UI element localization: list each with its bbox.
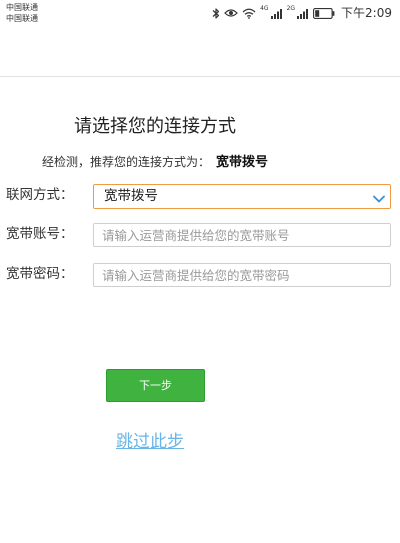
account-input[interactable] [94,224,390,246]
carrier-name-2: 中国联通 [6,14,38,23]
password-field [93,263,391,287]
page-title: 请选择您的连接方式 [74,116,236,137]
password-label: 宽带密码： [6,266,74,282]
battery-icon [313,7,335,19]
network-type-2: 2G [286,5,296,12]
recommendation-prefix: 经检测，推荐您的连接方式为： [42,155,211,169]
signal-icon [270,8,283,19]
connection-method-label: 联网方式： [6,187,74,203]
status-time: 下午2:09 [341,6,392,20]
connection-method-value: 宽带拨号 [104,188,158,204]
header-divider [0,76,400,77]
next-button[interactable]: 下一步 [106,369,205,402]
wifi-icon [242,8,256,19]
connection-method-select[interactable]: 宽带拨号 [93,184,391,209]
recommended-method: 宽带拨号 [216,155,269,170]
eye-icon [224,8,238,18]
carrier-info: 中国联通 中国联通 [6,2,38,24]
network-type-1: 4G [260,5,269,12]
skip-link[interactable]: 跳过此步 [116,431,184,453]
status-icons: 4G 2G 下午2:09 [212,4,392,22]
carrier-name-1: 中国联通 [6,3,38,12]
bluetooth-icon [212,7,220,20]
chevron-down-icon [372,190,386,203]
status-bar: 中国联通 中国联通 4G 2G 下午2:09 [0,0,400,28]
account-label: 宽带账号： [6,226,74,242]
account-field [93,223,391,247]
recommendation-text: 经检测，推荐您的连接方式为： 宽带拨号 [42,152,268,173]
password-input[interactable] [94,264,390,286]
signal-icon [297,8,309,19]
